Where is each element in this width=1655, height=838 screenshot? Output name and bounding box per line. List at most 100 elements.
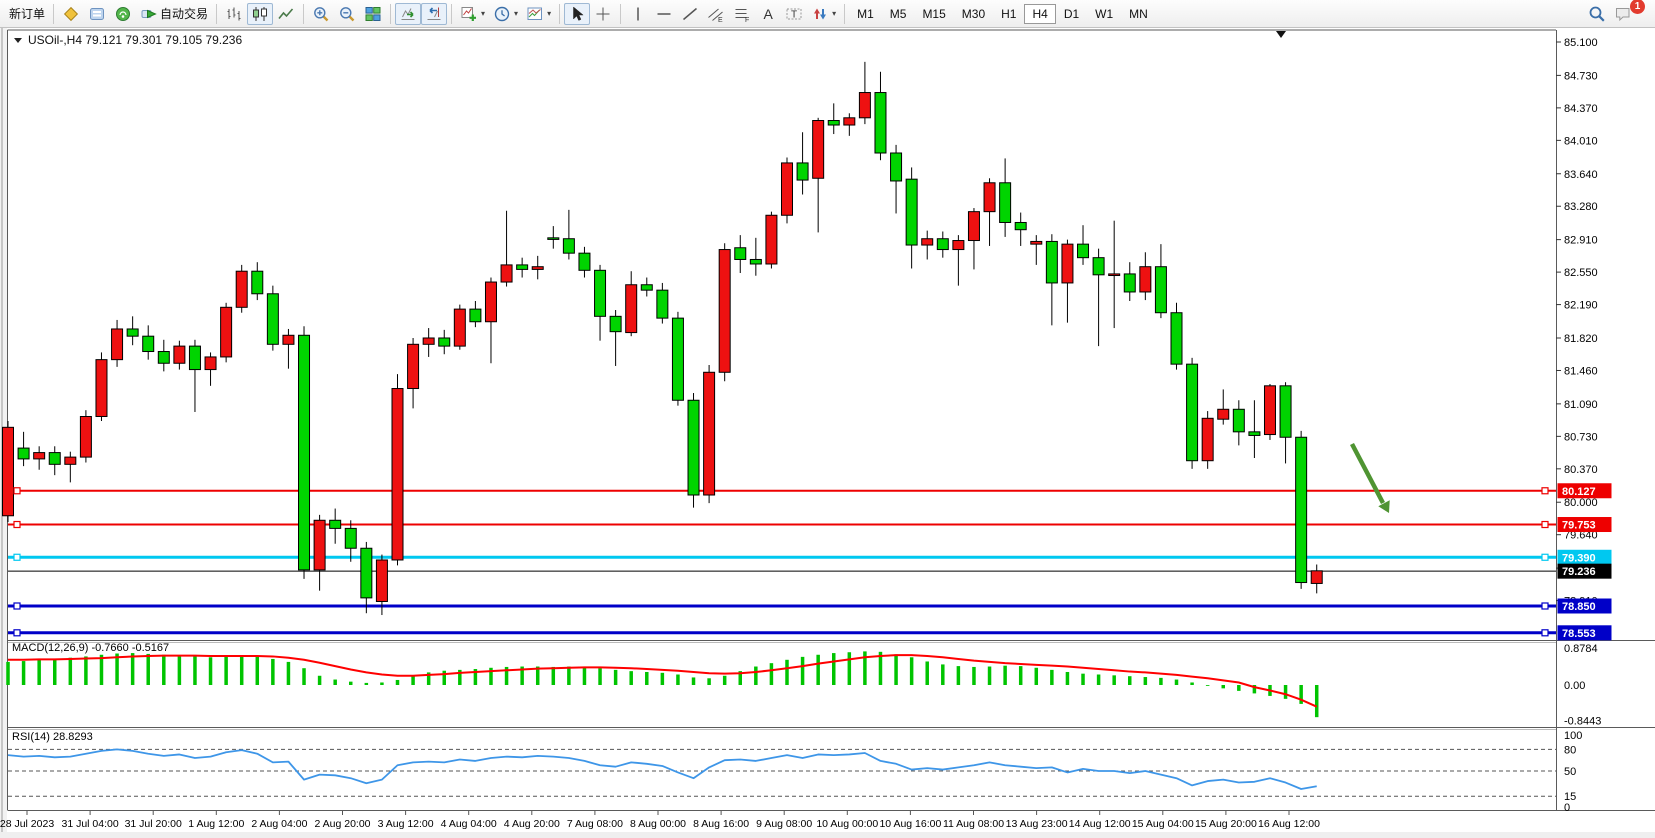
timeframe-w1[interactable]: W1: [1087, 4, 1121, 24]
fibonacci-button[interactable]: F: [729, 3, 755, 25]
price-tick-label: 80.000: [1564, 497, 1598, 509]
crosshair-button[interactable]: [590, 3, 616, 25]
timeframe-h4[interactable]: H4: [1024, 4, 1055, 24]
text-label-button[interactable]: T: [781, 3, 807, 25]
time-tick-label: 11 Aug 08:00: [943, 818, 1004, 830]
timeframe-m5[interactable]: M5: [882, 4, 915, 24]
fibo-icon: F: [733, 5, 751, 23]
support-line-cyan-handle[interactable]: [14, 554, 20, 560]
vertical-line-button[interactable]: [625, 3, 651, 25]
autotrading-button[interactable]: 自动交易: [136, 3, 212, 25]
text-icon: A: [759, 5, 777, 23]
timeframe-d1-label: D1: [1064, 3, 1079, 25]
candle-body: [501, 265, 512, 282]
timeframe-m1-label: M1: [857, 3, 874, 25]
zoom-in-button[interactable]: [308, 3, 334, 25]
templates-button[interactable]: ▾: [522, 3, 555, 25]
text-tool-button[interactable]: A: [755, 3, 781, 25]
rsi-axis-label: 0: [1564, 802, 1570, 814]
macd-axis-label: 0.8784: [1564, 643, 1598, 655]
candlestick-chart-button[interactable]: [247, 3, 273, 25]
candle-body: [937, 239, 948, 250]
candle-body: [1031, 241, 1042, 244]
support-line-blue-1-handle[interactable]: [14, 603, 20, 609]
trading-platform-window: { "toolbar": { "items": [ {"kind":"text"…: [0, 0, 1655, 838]
candle-body: [1078, 244, 1089, 258]
support-line-cyan-handle[interactable]: [1542, 554, 1548, 560]
candles-icon: [251, 5, 269, 23]
time-tick-label: 8 Aug 16:00: [693, 818, 749, 830]
profiles-button[interactable]: [84, 3, 110, 25]
candle-body: [782, 163, 793, 215]
time-tick-label: 4 Aug 20:00: [504, 818, 560, 830]
svg-text:T: T: [791, 9, 797, 20]
trendline-button[interactable]: [677, 3, 703, 25]
price-tick-label: 83.640: [1564, 169, 1598, 181]
timeframe-d1[interactable]: D1: [1056, 4, 1087, 24]
timeframe-h1[interactable]: H1: [993, 4, 1024, 24]
resistance-line-1-handle[interactable]: [14, 488, 20, 494]
timeframe-m30[interactable]: M30: [954, 4, 993, 24]
bid-price-line-price-badge-label: 79.236: [1562, 566, 1596, 578]
arrows-button[interactable]: ▾: [807, 3, 840, 25]
support-line-cyan-price-badge-label: 79.390: [1562, 552, 1596, 564]
price-tick-label: 83.280: [1564, 201, 1598, 213]
chart-title: USOil-,H4 79.121 79.301 79.105 79.236: [28, 33, 242, 47]
candle-body: [112, 329, 123, 360]
resistance-line-1-handle[interactable]: [1542, 488, 1548, 494]
candle-body: [1046, 241, 1057, 283]
candle-body: [548, 238, 559, 240]
line-chart-icon: [277, 5, 295, 23]
zoom-out-button[interactable]: [334, 3, 360, 25]
resistance-line-2-handle[interactable]: [1542, 522, 1548, 528]
bar-chart-button[interactable]: [221, 3, 247, 25]
time-tick-label: 16 Aug 12:00: [1258, 818, 1320, 830]
candle-body: [813, 121, 824, 179]
support-line-blue-1-price-badge-label: 78.850: [1562, 601, 1596, 613]
chart-area[interactable]: USOil-,H4 79.121 79.301 79.105 79.23685.…: [0, 28, 1655, 838]
equidistant-channel-button[interactable]: E: [703, 3, 729, 25]
candle-body: [174, 346, 185, 363]
time-tick-label: 2 Aug 04:00: [251, 818, 307, 830]
tile-windows-button[interactable]: [360, 3, 386, 25]
toolbar-separator: [390, 4, 391, 24]
auto-scroll-button[interactable]: [395, 3, 421, 25]
toolbar-separator: [844, 4, 845, 24]
label-icon: T: [785, 5, 803, 23]
support-line-blue-2-handle[interactable]: [1542, 630, 1548, 636]
resistance-line-2-handle[interactable]: [14, 522, 20, 528]
cursor-icon: [568, 5, 586, 23]
candle-body: [267, 294, 278, 345]
indicators-button[interactable]: ▾: [456, 3, 489, 25]
chart-shift-button[interactable]: [421, 3, 447, 25]
candle-body: [563, 239, 574, 253]
signals-button[interactable]: [110, 3, 136, 25]
periods-button[interactable]: ▾: [489, 3, 522, 25]
timeframe-w1-label: W1: [1095, 3, 1113, 25]
timeframe-mn[interactable]: MN: [1121, 4, 1156, 24]
timeframe-m30-label: M30: [962, 3, 985, 25]
candle-body: [704, 372, 715, 495]
line-chart-button[interactable]: [273, 3, 299, 25]
timeframe-m15-label: M15: [922, 3, 945, 25]
candle-body: [828, 121, 839, 126]
notifications-chat[interactable]: 1: [1610, 3, 1636, 25]
support-line-blue-1-handle[interactable]: [1542, 603, 1548, 609]
cursor-button[interactable]: [564, 3, 590, 25]
support-line-blue-2-handle[interactable]: [14, 630, 20, 636]
candle-body: [984, 183, 995, 212]
profile-window-icon: [88, 5, 106, 23]
timeframe-h4-label: H4: [1032, 3, 1047, 25]
new-order-button[interactable]: 新订单: [5, 3, 49, 25]
toolbar: 新订单自动交易▾▾▾EFAT▾M1M5M15M30H1H4D1W1MN1: [0, 0, 1655, 28]
candle-body: [626, 285, 637, 333]
horizontal-line-button[interactable]: [651, 3, 677, 25]
timeframe-m15[interactable]: M15: [914, 4, 953, 24]
rsi-axis-label: 50: [1564, 766, 1576, 778]
candle-body: [1124, 274, 1135, 292]
search-button[interactable]: [1584, 3, 1610, 25]
hline-icon: [655, 5, 673, 23]
marketwatch-button[interactable]: [58, 3, 84, 25]
timeframe-m1[interactable]: M1: [849, 4, 882, 24]
candle-body: [922, 239, 933, 245]
